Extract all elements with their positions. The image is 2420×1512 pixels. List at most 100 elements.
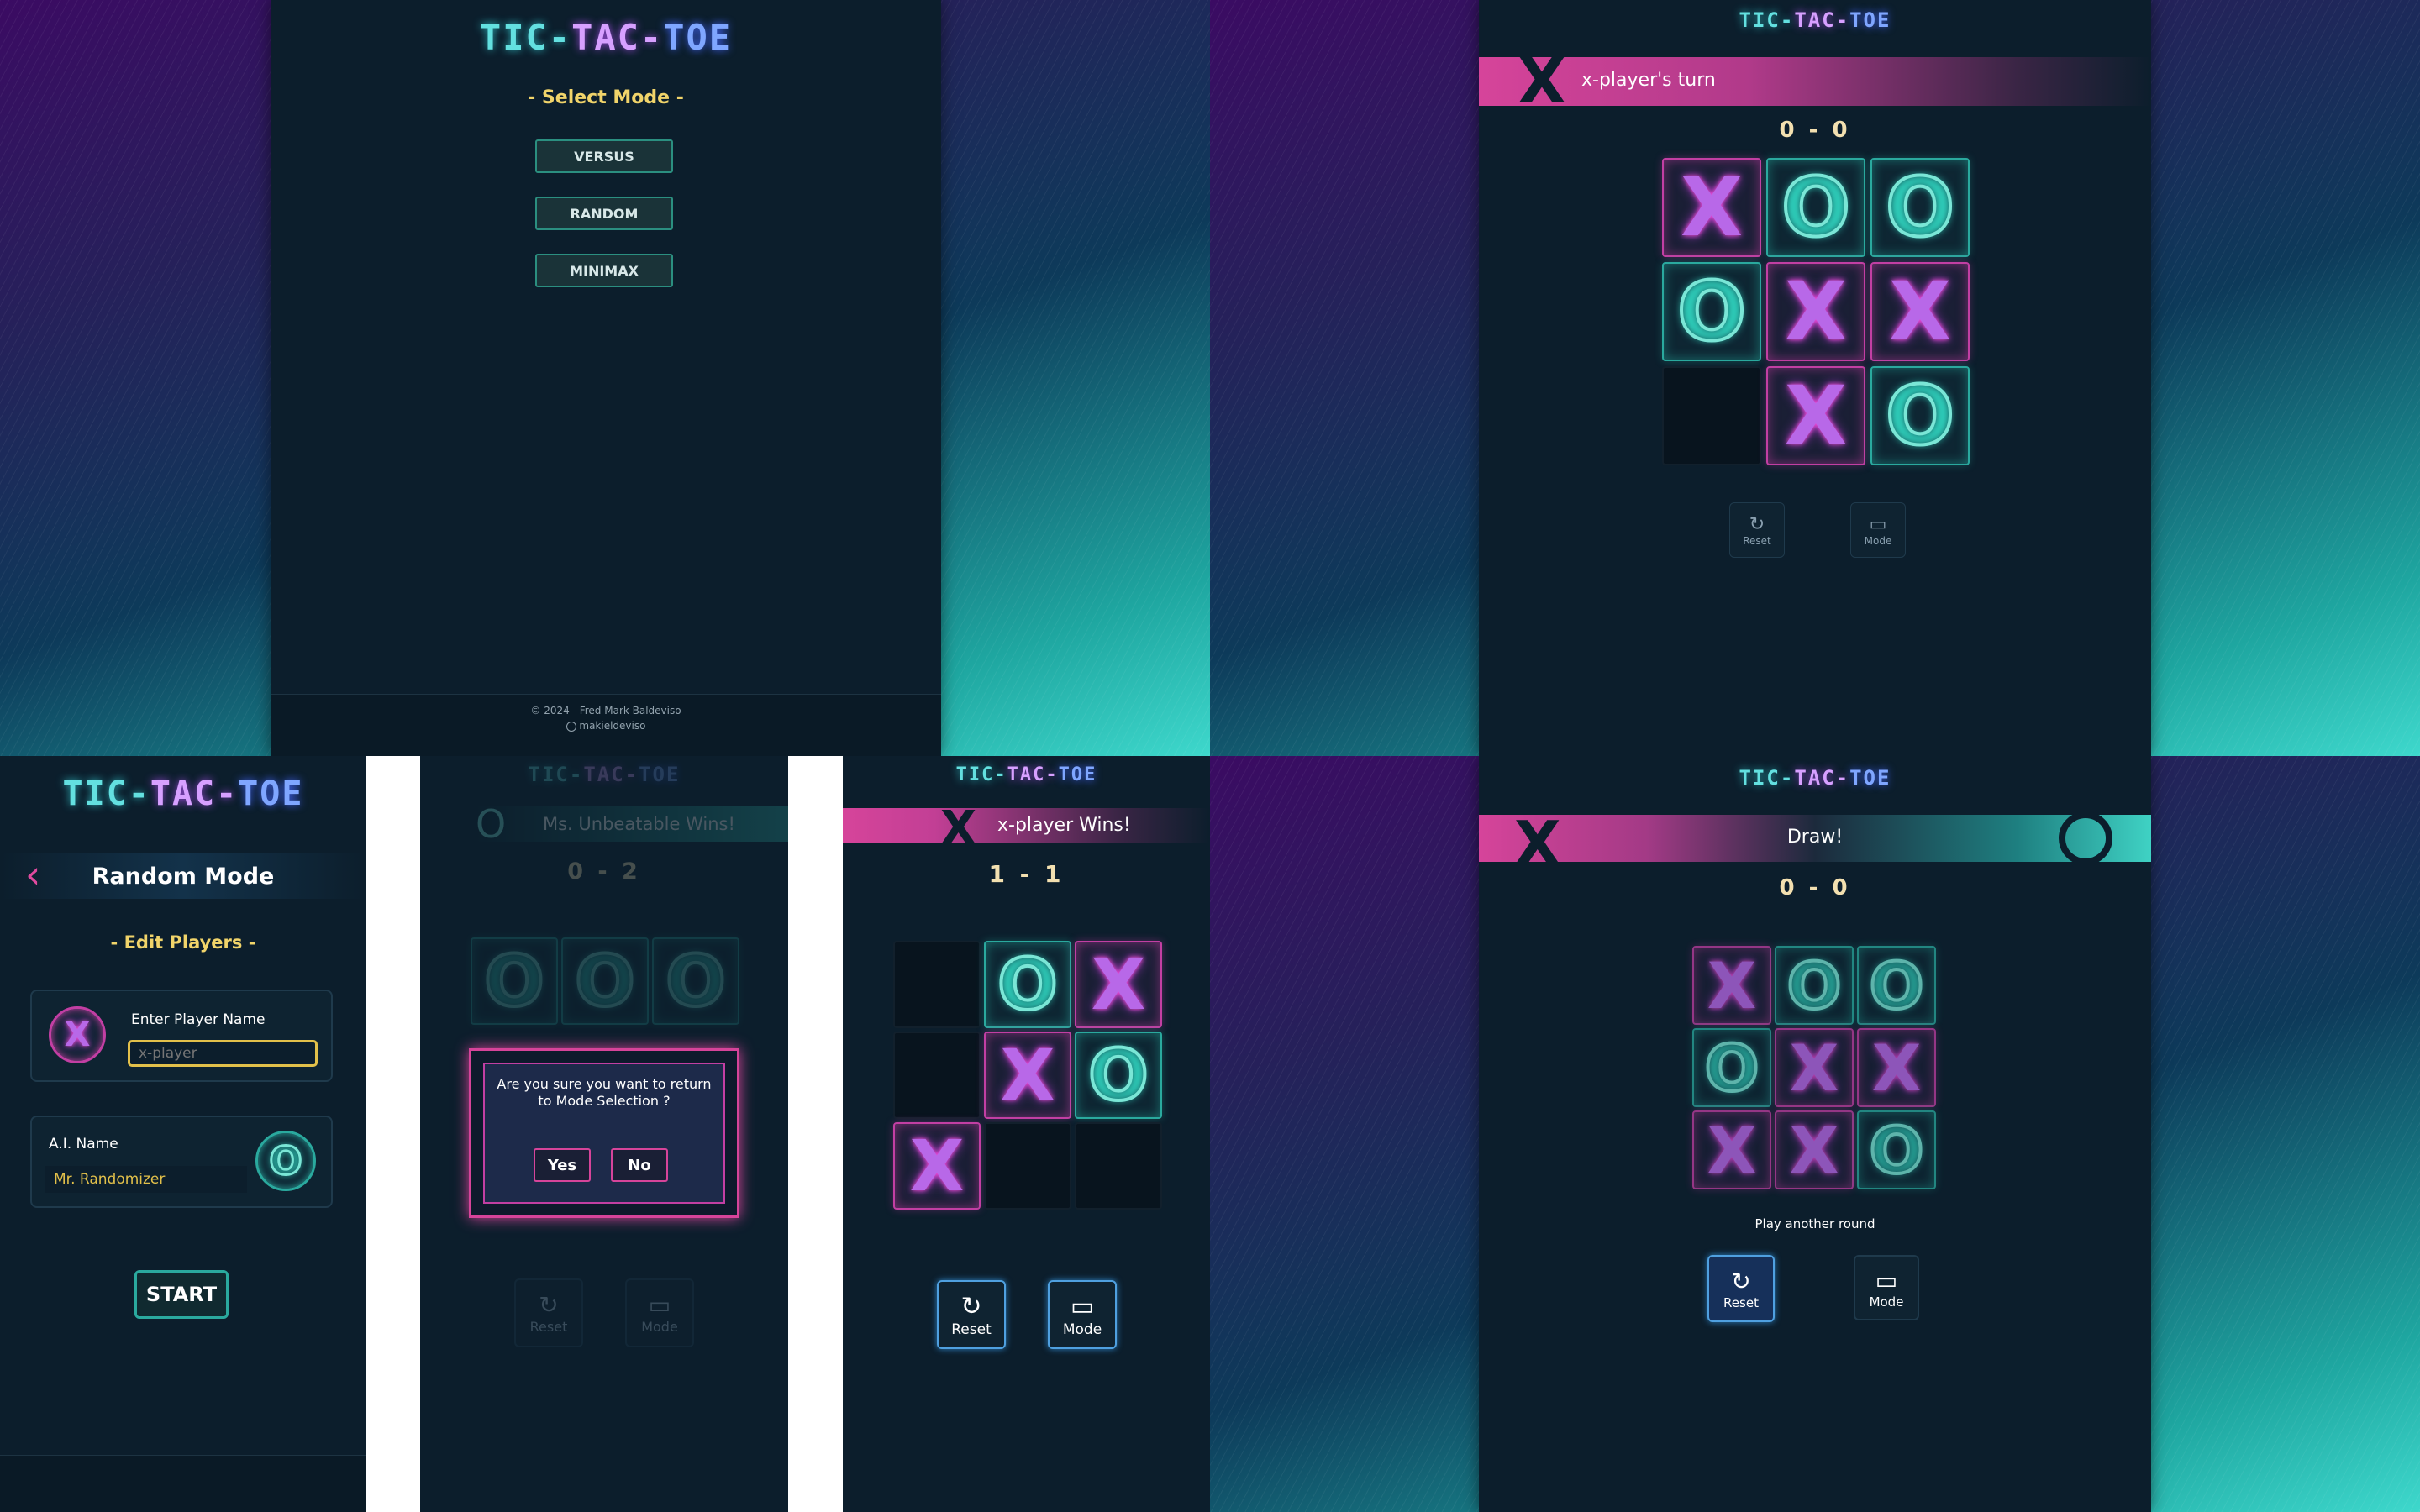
x-mark: X <box>1789 1112 1839 1188</box>
board-cell[interactable]: X <box>893 1122 981 1210</box>
board-cell[interactable]: O <box>1775 946 1854 1025</box>
x-mark: X <box>1784 265 1847 359</box>
main-column: TIC-TAC-TOE X Draw! 0 - 0 XOOOXXXXO Play… <box>1479 756 2151 1512</box>
x-mark-icon: X <box>1518 45 1566 118</box>
mode-icon: ▭ <box>1070 1291 1095 1321</box>
footer: © 2024 - Fred Mark Baldeviso makieldevis… <box>271 694 941 756</box>
play-again-text: Play another round <box>1754 1216 1876 1231</box>
github-link[interactable]: makieldeviso <box>271 720 941 732</box>
x-mark: X <box>1871 1030 1922 1105</box>
board-cell[interactable]: O <box>1857 946 1936 1025</box>
x-avatar: X <box>49 1006 106 1063</box>
winner-banner: X x-player Wins! <box>843 801 1210 856</box>
game-board: OXXOX <box>893 941 1165 1213</box>
mode-icon: ▭ <box>648 1291 671 1319</box>
board-cell[interactable] <box>893 941 981 1028</box>
board-cell[interactable] <box>984 1122 1071 1210</box>
logo: TIC-TAC-TOE <box>528 763 681 786</box>
board-cell[interactable]: O <box>1766 158 1865 257</box>
player-name-input[interactable] <box>128 1040 318 1067</box>
o-mark: O <box>664 938 727 1024</box>
o-mark: O <box>1884 159 1956 256</box>
no-button[interactable]: No <box>611 1148 668 1182</box>
board-cell[interactable]: X <box>1775 1028 1854 1107</box>
mode-button[interactable]: ▭ Mode <box>1854 1255 1919 1320</box>
o-mark: O <box>996 942 1059 1027</box>
bottom-bar <box>0 1455 366 1512</box>
board-cell[interactable]: X <box>1662 158 1761 257</box>
mode-title-bar: ‹ Random Mode <box>0 853 366 899</box>
start-button[interactable]: START <box>134 1270 229 1319</box>
player-name-label: Enter Player Name <box>131 1011 266 1028</box>
x-mark: X <box>1707 948 1757 1023</box>
board-cell[interactable]: O <box>652 937 739 1025</box>
mode-button[interactable]: ▭ Mode <box>625 1278 694 1347</box>
board-cell[interactable]: X <box>1857 1028 1936 1107</box>
board-cell[interactable]: O <box>471 937 558 1025</box>
board-cell[interactable]: O <box>984 941 1071 1028</box>
board-cell[interactable]: X <box>984 1032 1071 1119</box>
board-cell[interactable]: X <box>1766 262 1865 361</box>
board-cell[interactable]: X <box>1766 366 1865 465</box>
mode-button[interactable]: ▭ Mode <box>1048 1280 1117 1349</box>
o-mark: O <box>1780 159 1852 256</box>
o-mark: O <box>1868 1111 1926 1189</box>
minimax-button[interactable]: MINIMAX <box>535 254 673 287</box>
reset-button[interactable]: ↻ Reset <box>1729 502 1785 558</box>
o-mark: O <box>1868 947 1926 1025</box>
o-avatar: O <box>255 1131 316 1191</box>
x-mark: X <box>1707 1112 1757 1188</box>
o-mark: O <box>573 938 636 1024</box>
board-cell[interactable]: X <box>1692 1110 1771 1189</box>
x-mark: X <box>1888 265 1951 359</box>
game-turn-screen: TIC-TAC-TOE X x-player's turn 0 - 0 XOOO… <box>1210 0 2420 756</box>
o-mark: O <box>1703 1029 1761 1107</box>
board-cell[interactable]: O <box>1692 1028 1771 1107</box>
reset-button[interactable]: ↻ Reset <box>937 1280 1006 1349</box>
x-mark: X <box>1784 369 1847 463</box>
x-mark: X <box>1091 943 1146 1026</box>
o-mark: O <box>1676 263 1748 360</box>
board-cell[interactable]: O <box>1662 262 1761 361</box>
board-cell[interactable]: X <box>1775 1110 1854 1189</box>
mode-icon: ▭ <box>1869 513 1887 535</box>
o-mark: O <box>1086 1032 1150 1118</box>
reset-button[interactable]: ↻ Reset <box>514 1278 583 1347</box>
reset-icon: ↻ <box>960 1291 982 1321</box>
x-mark: X <box>1000 1034 1055 1116</box>
game-board: XOOOXXXO <box>1662 158 1970 465</box>
board-cell[interactable]: X <box>1870 262 1970 361</box>
board-cell[interactable]: X <box>1692 946 1771 1025</box>
board-cell[interactable]: O <box>1857 1110 1936 1189</box>
board-cell[interactable]: X <box>1075 941 1162 1028</box>
board-cell[interactable]: O <box>1870 158 1970 257</box>
winner-text: x-player Wins! <box>997 815 1131 836</box>
board-cell[interactable] <box>1075 1122 1162 1210</box>
score: 0 - 0 <box>1779 118 1851 143</box>
board-cell[interactable]: O <box>1075 1032 1162 1119</box>
yes-button[interactable]: Yes <box>534 1148 591 1182</box>
reset-button[interactable]: ↻ Reset <box>1707 1255 1775 1322</box>
edit-players-screen: TIC-TAC-TOE ‹ Random Mode - Edit Players… <box>0 756 366 1512</box>
o-mark-icon <box>2059 811 2112 865</box>
copyright-text: © 2024 - Fred Mark Baldeviso <box>530 705 681 717</box>
board-cell[interactable] <box>1662 366 1761 465</box>
select-mode-screen: TIC-TAC-TOE - Select Mode - VERSUS RANDO… <box>0 0 1210 756</box>
ai-name-label: A.I. Name <box>49 1136 118 1152</box>
board-cell[interactable]: O <box>561 937 649 1025</box>
random-button[interactable]: RANDOM <box>535 197 673 230</box>
player-card: X Enter Player Name <box>30 990 333 1082</box>
mode-button[interactable]: ▭ Mode <box>1850 502 1906 558</box>
draw-screen: TIC-TAC-TOE X Draw! 0 - 0 XOOOXXXXO Play… <box>1210 756 2420 1512</box>
o-mark: O <box>1786 947 1844 1025</box>
board-cell[interactable]: O <box>1870 366 1970 465</box>
main-column: TIC-TAC-TOE X x-player's turn 0 - 0 XOOO… <box>1479 0 2151 756</box>
board-cell[interactable] <box>893 1032 981 1119</box>
x-mark: X <box>909 1125 965 1207</box>
logo: TIC-TAC-TOE <box>479 17 733 58</box>
versus-button[interactable]: VERSUS <box>535 139 673 173</box>
win-screen: TIC-TAC-TOE X x-player Wins! 1 - 1 OXXOX… <box>843 756 1210 1512</box>
draw-banner: X Draw! <box>1479 808 2151 879</box>
logo: TIC-TAC-TOE <box>955 764 1097 785</box>
logo: TIC-TAC-TOE <box>1739 766 1891 790</box>
